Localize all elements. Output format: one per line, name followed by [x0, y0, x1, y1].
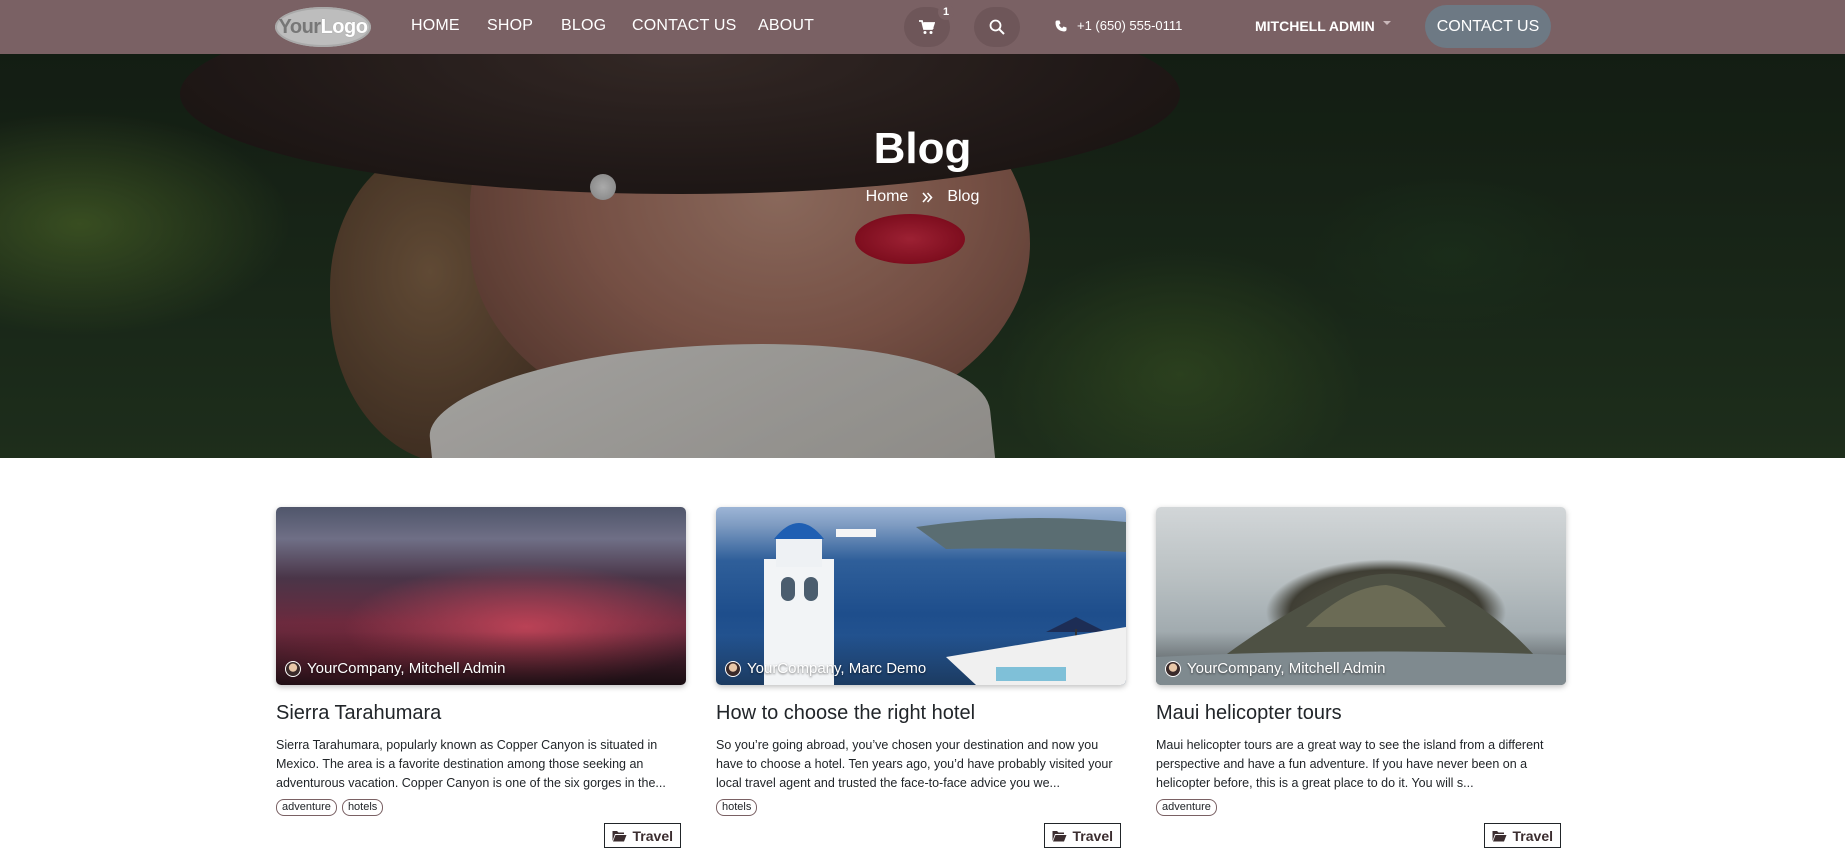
double-chevron-right-icon: [922, 191, 933, 203]
avatar: [1165, 660, 1181, 677]
nav-link-blog[interactable]: BLOG: [561, 17, 606, 35]
breadcrumb-current: Blog: [947, 188, 980, 205]
category-label: Travel: [1512, 827, 1553, 844]
phone-contact[interactable]: +1 (650) 555-0111: [1055, 18, 1182, 33]
category-button[interactable]: Travel: [1483, 823, 1561, 848]
user-name: MITCHELL ADMIN: [1255, 18, 1375, 34]
post-cover-scene: [764, 518, 1126, 685]
folder-open-icon: [612, 830, 627, 841]
blog-post-card[interactable]: YourCompany, Marc Demo How to choose the…: [716, 507, 1126, 848]
contact-us-button[interactable]: CONTACT US: [1425, 5, 1551, 48]
category-button[interactable]: Travel: [1043, 823, 1121, 848]
tag-badge[interactable]: adventure: [1156, 799, 1217, 816]
post-excerpt: Maui helicopter tours are a great way to…: [1156, 738, 1544, 790]
shopping-cart-icon: [919, 19, 935, 34]
category-button[interactable]: Travel: [603, 823, 681, 848]
tag-badge[interactable]: hotels: [341, 799, 384, 816]
post-title[interactable]: How to choose the right hotel: [716, 702, 1126, 725]
author-name: YourCompany, Mitchell Admin: [1187, 660, 1386, 677]
blog-post-card[interactable]: YourCompany, Mitchell Admin Sierra Tarah…: [276, 507, 686, 848]
post-tags: adventure hotels: [276, 799, 686, 816]
post-cover-image[interactable]: YourCompany, Mitchell Admin: [276, 507, 686, 685]
post-excerpt: Sierra Tarahumara, popularly known as Co…: [276, 738, 666, 790]
author-name: YourCompany, Mitchell Admin: [307, 660, 506, 677]
author-name: YourCompany, Marc Demo: [747, 660, 927, 677]
avatar: [285, 660, 301, 677]
chevron-down-icon: [1382, 21, 1391, 25]
breadcrumb-home-link[interactable]: Home: [866, 188, 909, 206]
hero-overlay: [0, 54, 1845, 458]
post-cover-image[interactable]: YourCompany, Marc Demo: [716, 507, 1126, 685]
folder-open-icon: [1492, 830, 1507, 841]
post-author: YourCompany, Mitchell Admin: [285, 660, 505, 677]
tag-badge[interactable]: hotels: [716, 799, 758, 816]
nav-link-home[interactable]: HOME: [411, 17, 460, 35]
post-tags: adventure: [1156, 799, 1566, 816]
category-label: Travel: [632, 827, 673, 844]
phone-icon: [1055, 20, 1067, 31]
user-menu[interactable]: MITCHELL ADMIN: [1255, 18, 1391, 34]
breadcrumb: Home Blog: [0, 188, 1845, 206]
blog-post-card[interactable]: YourCompany, Mitchell Admin Maui helicop…: [1156, 507, 1566, 848]
post-tags: hotels: [716, 799, 1126, 816]
post-cover-scene: [1156, 573, 1566, 685]
phone-number: +1 (650) 555-0111: [1077, 18, 1183, 33]
company-logo[interactable]: Your Logo: [275, 7, 371, 47]
post-author: YourCompany, Marc Demo: [725, 660, 926, 677]
nav-link-shop[interactable]: SHOP: [487, 17, 533, 35]
nav-link-about[interactable]: ABOUT: [758, 17, 814, 35]
post-title[interactable]: Maui helicopter tours: [1156, 702, 1566, 725]
post-title[interactable]: Sierra Tarahumara: [276, 702, 686, 725]
header-navbar: Your Logo HOME SHOP BLOG CONTACT US ABOUT…: [0, 0, 1845, 54]
avatar: [725, 660, 741, 677]
post-cover-image[interactable]: YourCompany, Mitchell Admin: [1156, 507, 1566, 685]
tag-badge[interactable]: adventure: [276, 799, 337, 816]
folder-open-icon: [1052, 830, 1067, 841]
blog-hero-banner: Blog Home Blog: [0, 54, 1845, 458]
nav-link-contact-us[interactable]: CONTACT US: [632, 17, 737, 35]
search-button[interactable]: [974, 7, 1020, 47]
category-label: Travel: [1072, 827, 1113, 844]
page-title: Blog: [873, 124, 972, 173]
post-author: YourCompany, Mitchell Admin: [1165, 660, 1385, 677]
search-icon: [989, 19, 1005, 35]
post-excerpt: So you’re going abroad, you’ve chosen yo…: [716, 738, 1113, 790]
cart-count-badge: 1: [938, 4, 954, 20]
